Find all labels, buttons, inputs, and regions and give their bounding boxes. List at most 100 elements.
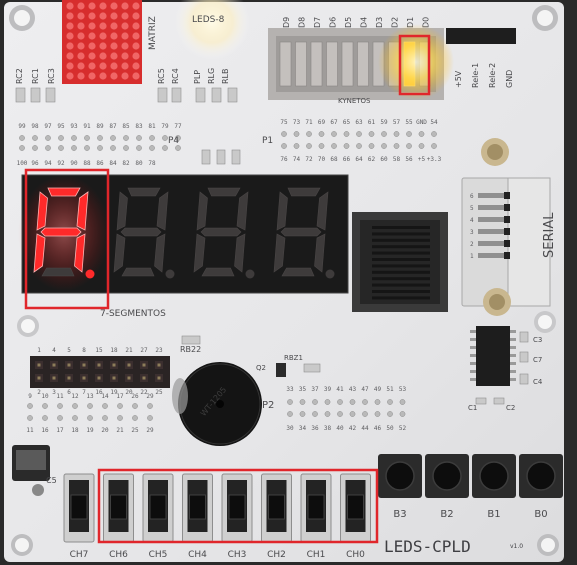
bargraph-led-d5	[341, 41, 354, 87]
pin-number: 6	[67, 389, 71, 396]
pin-number: 99	[18, 123, 26, 130]
matrix-dot	[99, 2, 107, 10]
pin-number: 50	[386, 425, 394, 432]
button-cap[interactable]	[385, 461, 415, 491]
ic-pin	[510, 330, 516, 333]
pin-number: 79	[161, 123, 169, 130]
pin-number: 34	[299, 425, 307, 432]
pin-hole	[42, 403, 48, 409]
matrix-dot	[110, 22, 118, 30]
matrix-dot	[88, 32, 96, 40]
bargraph-led-d8	[295, 41, 307, 87]
ribbon-tooth	[372, 296, 430, 300]
pin-number: 13	[86, 393, 94, 400]
pin-number: 25	[131, 427, 139, 434]
pin-hole	[175, 145, 181, 151]
bargraph-led-d6	[326, 41, 338, 87]
pin-hole	[97, 145, 103, 151]
pin-number: 43	[349, 386, 357, 393]
ribbon-tooth	[372, 238, 430, 242]
pin-number: 39	[324, 386, 332, 393]
matrix-dot	[121, 12, 129, 20]
power-header	[446, 28, 516, 44]
segment-a	[127, 187, 161, 197]
bargraph-led-d7	[310, 41, 323, 87]
serial-pin	[478, 229, 504, 234]
pin-number: 97	[44, 123, 52, 130]
matrix-dot	[66, 32, 74, 40]
pin-hole	[281, 131, 287, 137]
pin-number: 56	[405, 156, 413, 163]
pin-number: 25	[155, 389, 163, 396]
pin-number: 54	[430, 119, 438, 126]
matrix-dot	[77, 62, 85, 70]
switch-knob[interactable]	[307, 494, 325, 520]
pin-number: 49	[374, 386, 382, 393]
ribbon-tooth	[372, 270, 430, 274]
switch-knob[interactable]	[228, 494, 246, 520]
ic-pin	[470, 378, 476, 381]
c7-label: C7	[533, 356, 542, 364]
bargraph-led-d4	[357, 41, 369, 87]
p4-label: P4	[168, 136, 179, 146]
header-pin-tip	[97, 363, 101, 367]
ic-pin	[510, 370, 516, 373]
ribbon-tooth	[372, 232, 430, 236]
pin-number: 64	[355, 156, 363, 163]
pin-hole	[337, 399, 343, 405]
pin-number: 98	[31, 123, 39, 130]
pin-number: 76	[280, 156, 288, 163]
pin-hole	[331, 143, 337, 149]
pin-hole	[136, 135, 142, 141]
pin-number: 100	[17, 160, 28, 167]
pin-number: 71	[305, 119, 313, 126]
rc-label: RC2	[15, 68, 24, 84]
pin-hole	[72, 403, 78, 409]
pin-number: 11	[26, 427, 34, 434]
matrix-dot	[121, 2, 129, 10]
button-cap[interactable]	[526, 461, 556, 491]
pin-number: 95	[57, 123, 65, 130]
pin-hole	[287, 399, 293, 405]
header-pin-tip	[112, 376, 116, 380]
pin-number: 9	[28, 393, 32, 400]
pin-number: 20	[125, 389, 133, 396]
matrix-dot	[88, 52, 96, 60]
matrix-dot	[132, 72, 140, 80]
matrix-dot	[121, 32, 129, 40]
pin-hole	[356, 143, 362, 149]
pin-number: 52	[399, 425, 407, 432]
header-pin-tip	[97, 376, 101, 380]
decimal-point	[165, 269, 175, 279]
button-cap[interactable]	[479, 461, 509, 491]
rb22-label: RB22	[180, 345, 201, 354]
serial-pin-number: 4	[470, 217, 474, 224]
segment-a	[207, 187, 241, 197]
pin-number: 16	[95, 389, 103, 396]
seven-seg-digit-1: A	[18, 175, 110, 291]
pin-number: 70	[318, 156, 326, 163]
segment-a	[287, 187, 321, 197]
pin-hole	[293, 143, 300, 149]
pin-number: 88	[83, 160, 91, 167]
pin-hole	[19, 145, 25, 151]
rc-label: RLG	[207, 68, 216, 84]
pin-number: 18	[110, 347, 118, 354]
button-cap[interactable]	[432, 461, 462, 491]
switch-knob[interactable]	[149, 494, 167, 520]
switch-knob[interactable]	[70, 494, 88, 520]
ic-pin	[510, 354, 516, 357]
pin-hole	[337, 411, 343, 417]
pin-hole	[374, 411, 381, 417]
switch-knob[interactable]	[268, 494, 285, 520]
power-label: +5V	[454, 70, 463, 88]
switch-knob[interactable]	[110, 494, 127, 520]
pin-hole	[57, 415, 63, 421]
switch-knob[interactable]	[347, 494, 364, 520]
pin-number: 93	[70, 123, 78, 130]
pin-number: 51	[386, 386, 394, 393]
pin-number: 19	[110, 389, 118, 396]
switch-knob[interactable]	[189, 494, 206, 520]
pin-hole	[110, 145, 116, 151]
pin-hole	[117, 415, 123, 421]
